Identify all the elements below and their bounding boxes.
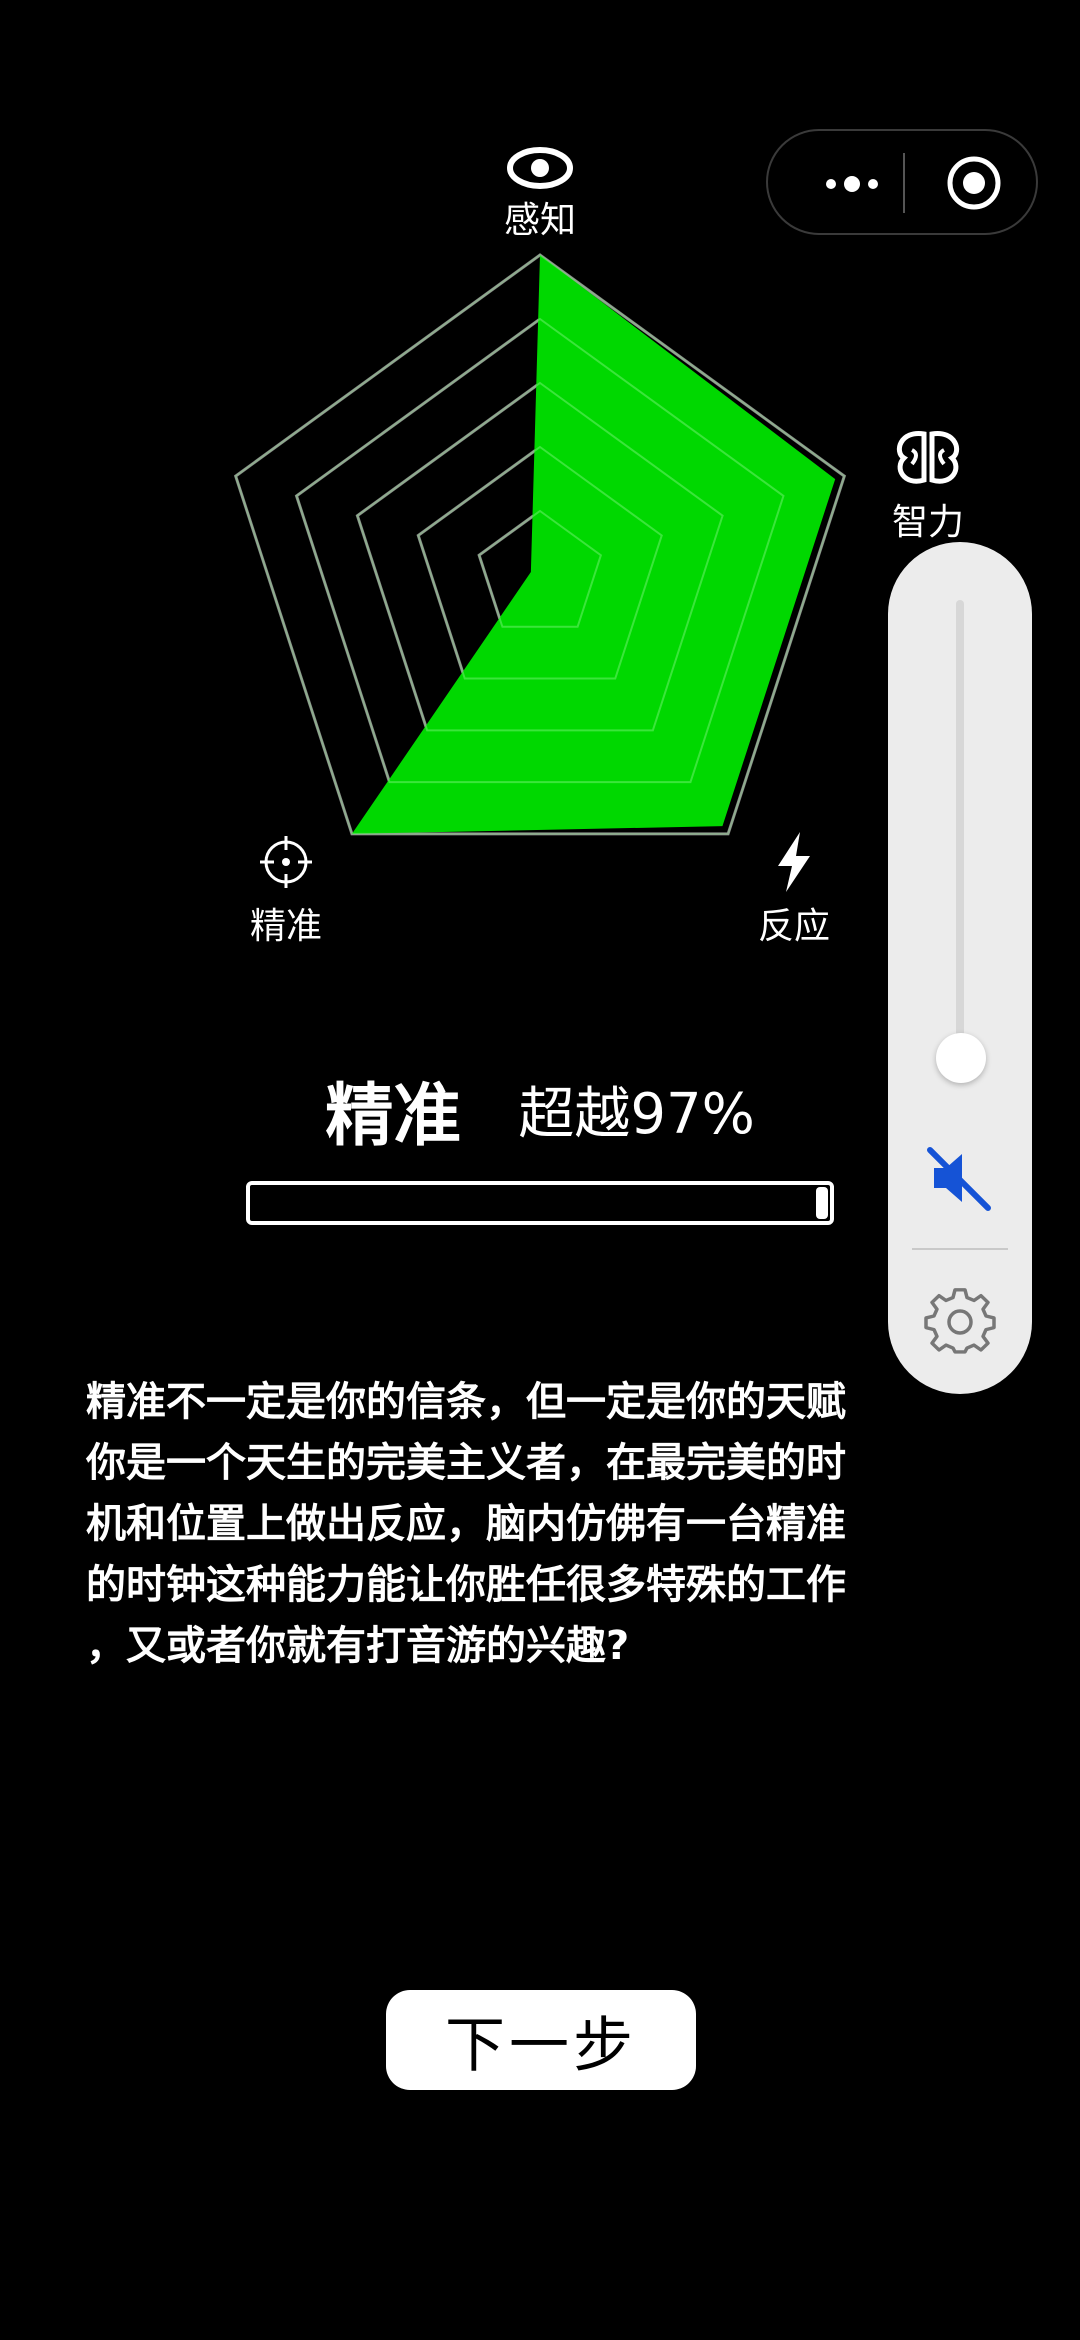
brain-icon: [897, 431, 959, 484]
result-description: 精准不一定是你的信条，但一定是你的天赋 你是一个天生的完美主义者，在最完美的时 …: [86, 1372, 986, 1677]
result-name: 精准: [325, 1077, 462, 1156]
radar-axis-label: 精准: [250, 906, 322, 947]
lightning-icon: [778, 832, 810, 892]
radar-axis-label: 反应: [758, 906, 830, 947]
result-percent: 超越97%: [518, 1082, 755, 1147]
volume-panel: [888, 542, 1032, 1394]
radar-area: [351, 255, 836, 834]
description-line: 的时钟这种能力能让你胜任很多特殊的工作: [86, 1562, 846, 1608]
next-step-button[interactable]: 下一步: [386, 1990, 696, 2090]
description-line: 你是一个天生的完美主义者，在最完美的时: [86, 1440, 846, 1486]
panel-divider: [912, 1248, 1008, 1250]
result-heading: 精准 超越97%: [0, 1060, 1080, 1159]
result-progress-bar: [246, 1181, 834, 1225]
radar-axis-label: 感知: [504, 200, 576, 241]
description-line: 精准不一定是你的信条，但一定是你的天赋: [86, 1379, 846, 1425]
result-progress-fill: [816, 1187, 828, 1219]
radar-axis-label: 智力: [892, 502, 964, 543]
gear-icon[interactable]: [924, 1286, 996, 1358]
description-line: 机和位置上做出反应，脑内仿佛有一台精准: [86, 1501, 846, 1547]
crosshair-icon: [260, 836, 312, 888]
description-line: ，又或者你就有打音游的兴趣?: [86, 1623, 630, 1669]
volume-slider-track[interactable]: [956, 600, 964, 1082]
eye-icon: [507, 147, 573, 189]
